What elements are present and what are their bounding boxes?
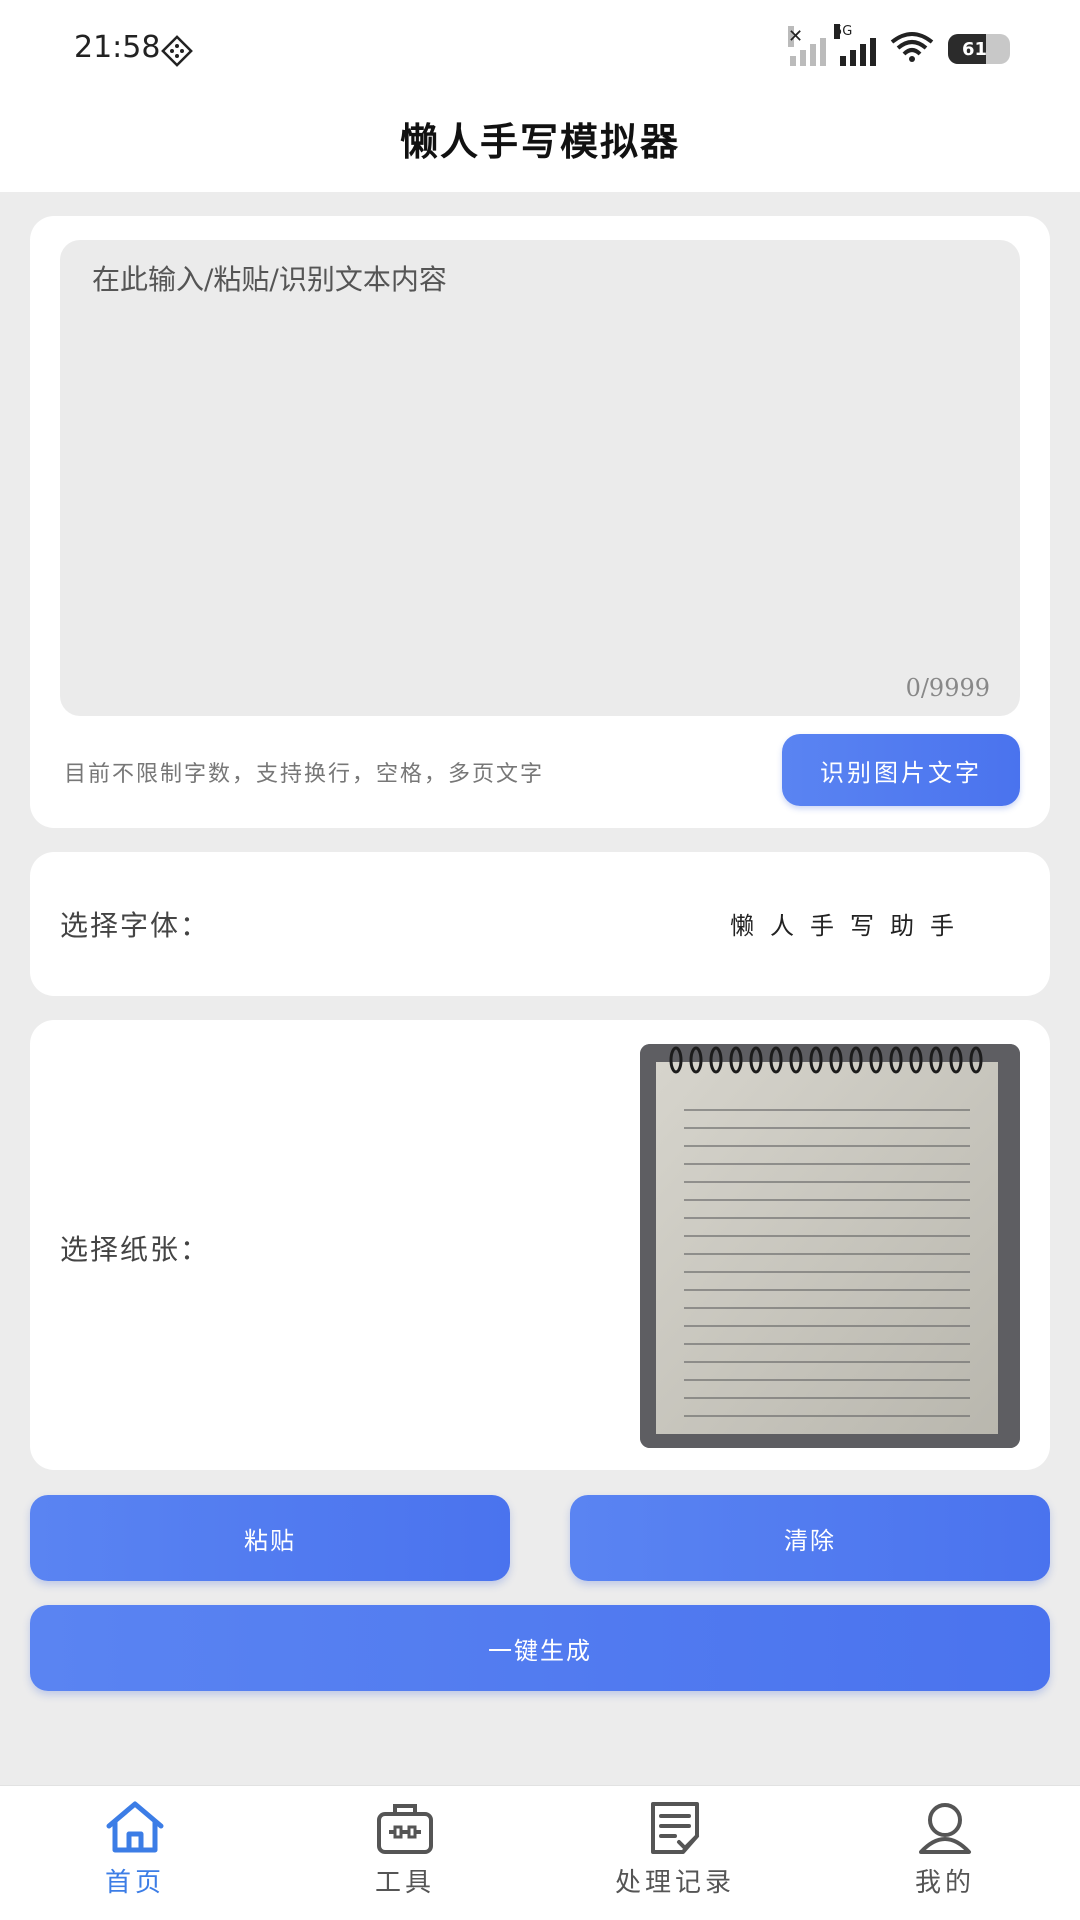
generate-button[interactable]: 一键生成 [30, 1605, 1050, 1691]
toolbox-icon [377, 1804, 433, 1854]
app-header: 懒人手写模拟器 [0, 100, 1080, 192]
clear-button[interactable]: 清除 [570, 1495, 1050, 1581]
wifi-icon [890, 30, 934, 68]
paper-preview-image[interactable] [640, 1044, 1020, 1448]
font-select-card[interactable]: 选择字体： 懒人手写助手 [30, 852, 1050, 996]
paper-select-card[interactable]: 选择纸张： [30, 1020, 1050, 1470]
sim1-signal-icon: ✕ [788, 26, 826, 66]
sim2-signal-icon: 5G [834, 24, 876, 66]
battery-icon: 61 [948, 34, 1010, 64]
network-type: 5G [834, 24, 853, 39]
records-icon [651, 1802, 699, 1854]
page-title: 懒人手写模拟器 [399, 119, 680, 164]
status-bar: 21:58 ✕ 5G 61 [0, 0, 1080, 100]
text-input[interactable] [60, 240, 1020, 716]
tab-label: 处理记录 [614, 1868, 735, 1898]
tab-me[interactable]: 我的 [810, 1786, 1080, 1920]
font-select-value[interactable]: 懒人手写助手 [730, 906, 970, 941]
ocr-button[interactable]: 识别图片文字 [782, 734, 1020, 806]
tab-label: 首页 [104, 1868, 165, 1898]
status-time: 21:58 [74, 30, 161, 65]
font-select-label: 选择字体： [60, 909, 211, 942]
tab-home[interactable]: 首页 [0, 1786, 270, 1920]
text-input-card: 0/9999 目前不限制字数，支持换行，空格，多页文字 识别图片文字 [30, 216, 1050, 828]
char-counter: 0/9999 [905, 674, 990, 702]
nfc-icon [160, 34, 194, 72]
tab-records[interactable]: 处理记录 [540, 1786, 810, 1920]
tab-label: 我的 [914, 1868, 975, 1898]
tab-label: 工具 [374, 1868, 435, 1898]
battery-level: 61 [962, 38, 988, 60]
input-hint: 目前不限制字数，支持换行，空格，多页文字 [64, 762, 545, 787]
bottom-tab-bar: 首页 工具 处理记录 我的 [0, 1785, 1080, 1920]
home-icon [106, 1801, 164, 1853]
tab-tools[interactable]: 工具 [270, 1786, 540, 1920]
paper-select-label: 选择纸张： [60, 1233, 211, 1266]
paste-button[interactable]: 粘贴 [30, 1495, 510, 1581]
user-icon [919, 1803, 971, 1854]
